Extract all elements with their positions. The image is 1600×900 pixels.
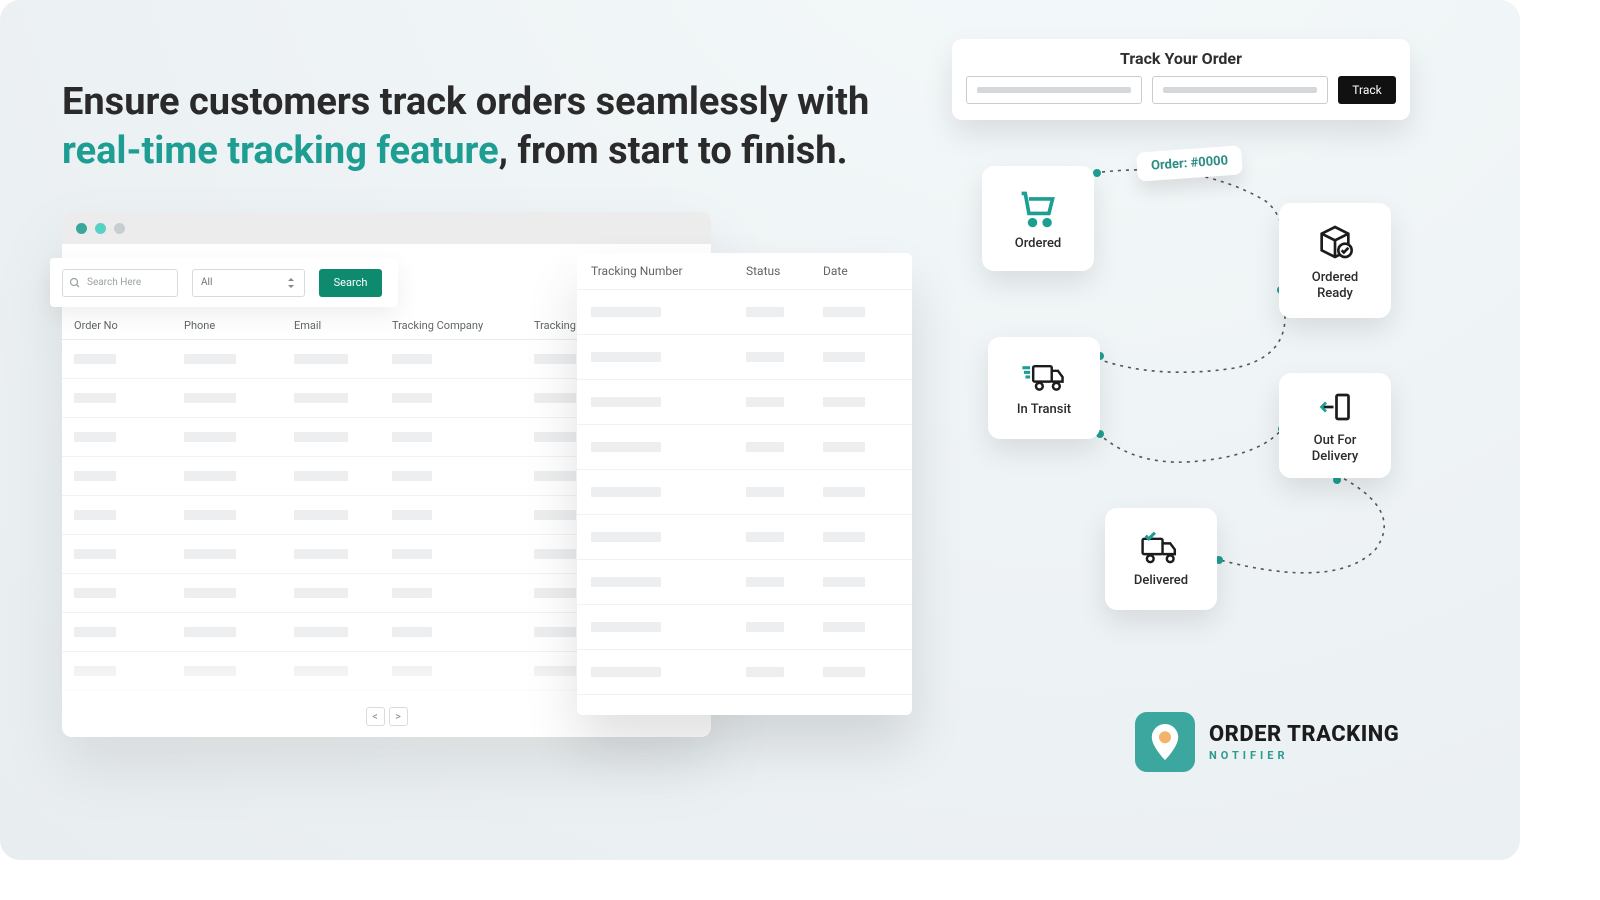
brand-subtitle: NOTIFIER xyxy=(1209,749,1399,762)
details-header: Tracking Number Status Date xyxy=(577,253,912,290)
connector-4 xyxy=(1215,475,1405,585)
table-row xyxy=(577,290,912,335)
col-tracking-number: Tracking Number xyxy=(591,264,746,278)
tracker-title: Track Your Order xyxy=(966,49,1396,68)
track-order-widget: Track Your Order Track xyxy=(952,39,1410,120)
lifecycle-label: Out For Delivery xyxy=(1312,433,1358,464)
brand: ORDER TRACKING NOTIFIER xyxy=(1135,712,1399,772)
door-delivery-icon xyxy=(1317,389,1353,425)
table-row xyxy=(577,425,912,470)
lifecycle-label: Ordered Ready xyxy=(1312,270,1358,301)
brand-text: ORDER TRACKING NOTIFIER xyxy=(1209,722,1399,762)
connector-1 xyxy=(1094,170,1284,300)
lifecycle-card-delivered: Delivered xyxy=(1105,508,1217,610)
pager-next[interactable]: > xyxy=(389,707,408,726)
search-placeholder: Search Here xyxy=(87,277,141,288)
col-order-no: Order No xyxy=(74,319,184,332)
headline-accent: real-time tracking feature xyxy=(62,129,499,173)
col-tracking-company: Tracking Company xyxy=(392,319,534,332)
lifecycle-card-ordered: Ordered xyxy=(982,166,1094,271)
package-icon xyxy=(1315,222,1355,262)
table-row xyxy=(577,560,912,605)
table-row xyxy=(577,650,912,695)
delivered-truck-icon xyxy=(1138,531,1184,565)
chevron-sort-icon xyxy=(288,279,296,287)
col-email: Email xyxy=(294,319,392,332)
search-input[interactable]: Search Here xyxy=(62,269,178,297)
lifecycle-label: Ordered xyxy=(1015,236,1061,252)
truck-icon xyxy=(1020,360,1068,394)
tracker-input-1[interactable] xyxy=(966,76,1142,104)
search-button[interactable]: Search xyxy=(319,269,382,297)
brand-icon xyxy=(1135,712,1195,772)
marketing-canvas: Ensure customers track orders seamlessly… xyxy=(0,0,1520,860)
lifecycle-label: Delivered xyxy=(1134,573,1188,589)
connector-dot xyxy=(1093,169,1101,177)
filter-select[interactable]: All xyxy=(192,269,305,297)
headline-line1: Ensure customers track orders seamlessly… xyxy=(62,80,869,124)
table-row xyxy=(577,335,912,380)
table-row xyxy=(577,515,912,560)
col-status: Status xyxy=(746,264,823,278)
col-date: Date xyxy=(823,264,883,278)
window-titlebar xyxy=(62,212,711,244)
search-toolbar: Search Here All Search xyxy=(50,258,398,307)
brand-title: ORDER TRACKING xyxy=(1209,722,1399,747)
cart-icon xyxy=(1016,188,1060,228)
traffic-light-max-icon xyxy=(114,223,125,234)
connector-2 xyxy=(1095,300,1295,390)
tracking-details-panel: Tracking Number Status Date xyxy=(577,253,912,715)
traffic-light-close-icon xyxy=(76,223,87,234)
connector-3 xyxy=(1098,425,1298,470)
headline-tail: , from start to finish. xyxy=(499,129,848,173)
lifecycle-card-ready: Ordered Ready xyxy=(1279,203,1391,318)
search-icon xyxy=(69,277,81,289)
lifecycle-card-transit: In Transit xyxy=(988,337,1100,439)
filter-value: All xyxy=(201,277,212,288)
traffic-light-min-icon xyxy=(95,223,106,234)
lifecycle-label: In Transit xyxy=(1017,402,1071,418)
order-badge: Order: #0000 xyxy=(1136,145,1243,181)
pager-prev[interactable]: < xyxy=(366,707,385,726)
lifecycle-card-out: Out For Delivery xyxy=(1279,373,1391,478)
track-button[interactable]: Track xyxy=(1338,76,1396,104)
table-row xyxy=(577,470,912,515)
tracker-input-2[interactable] xyxy=(1152,76,1328,104)
col-phone: Phone xyxy=(184,319,294,332)
table-row xyxy=(577,380,912,425)
pager: < > xyxy=(366,707,408,726)
headline: Ensure customers track orders seamlessly… xyxy=(62,78,869,175)
table-row xyxy=(577,605,912,650)
